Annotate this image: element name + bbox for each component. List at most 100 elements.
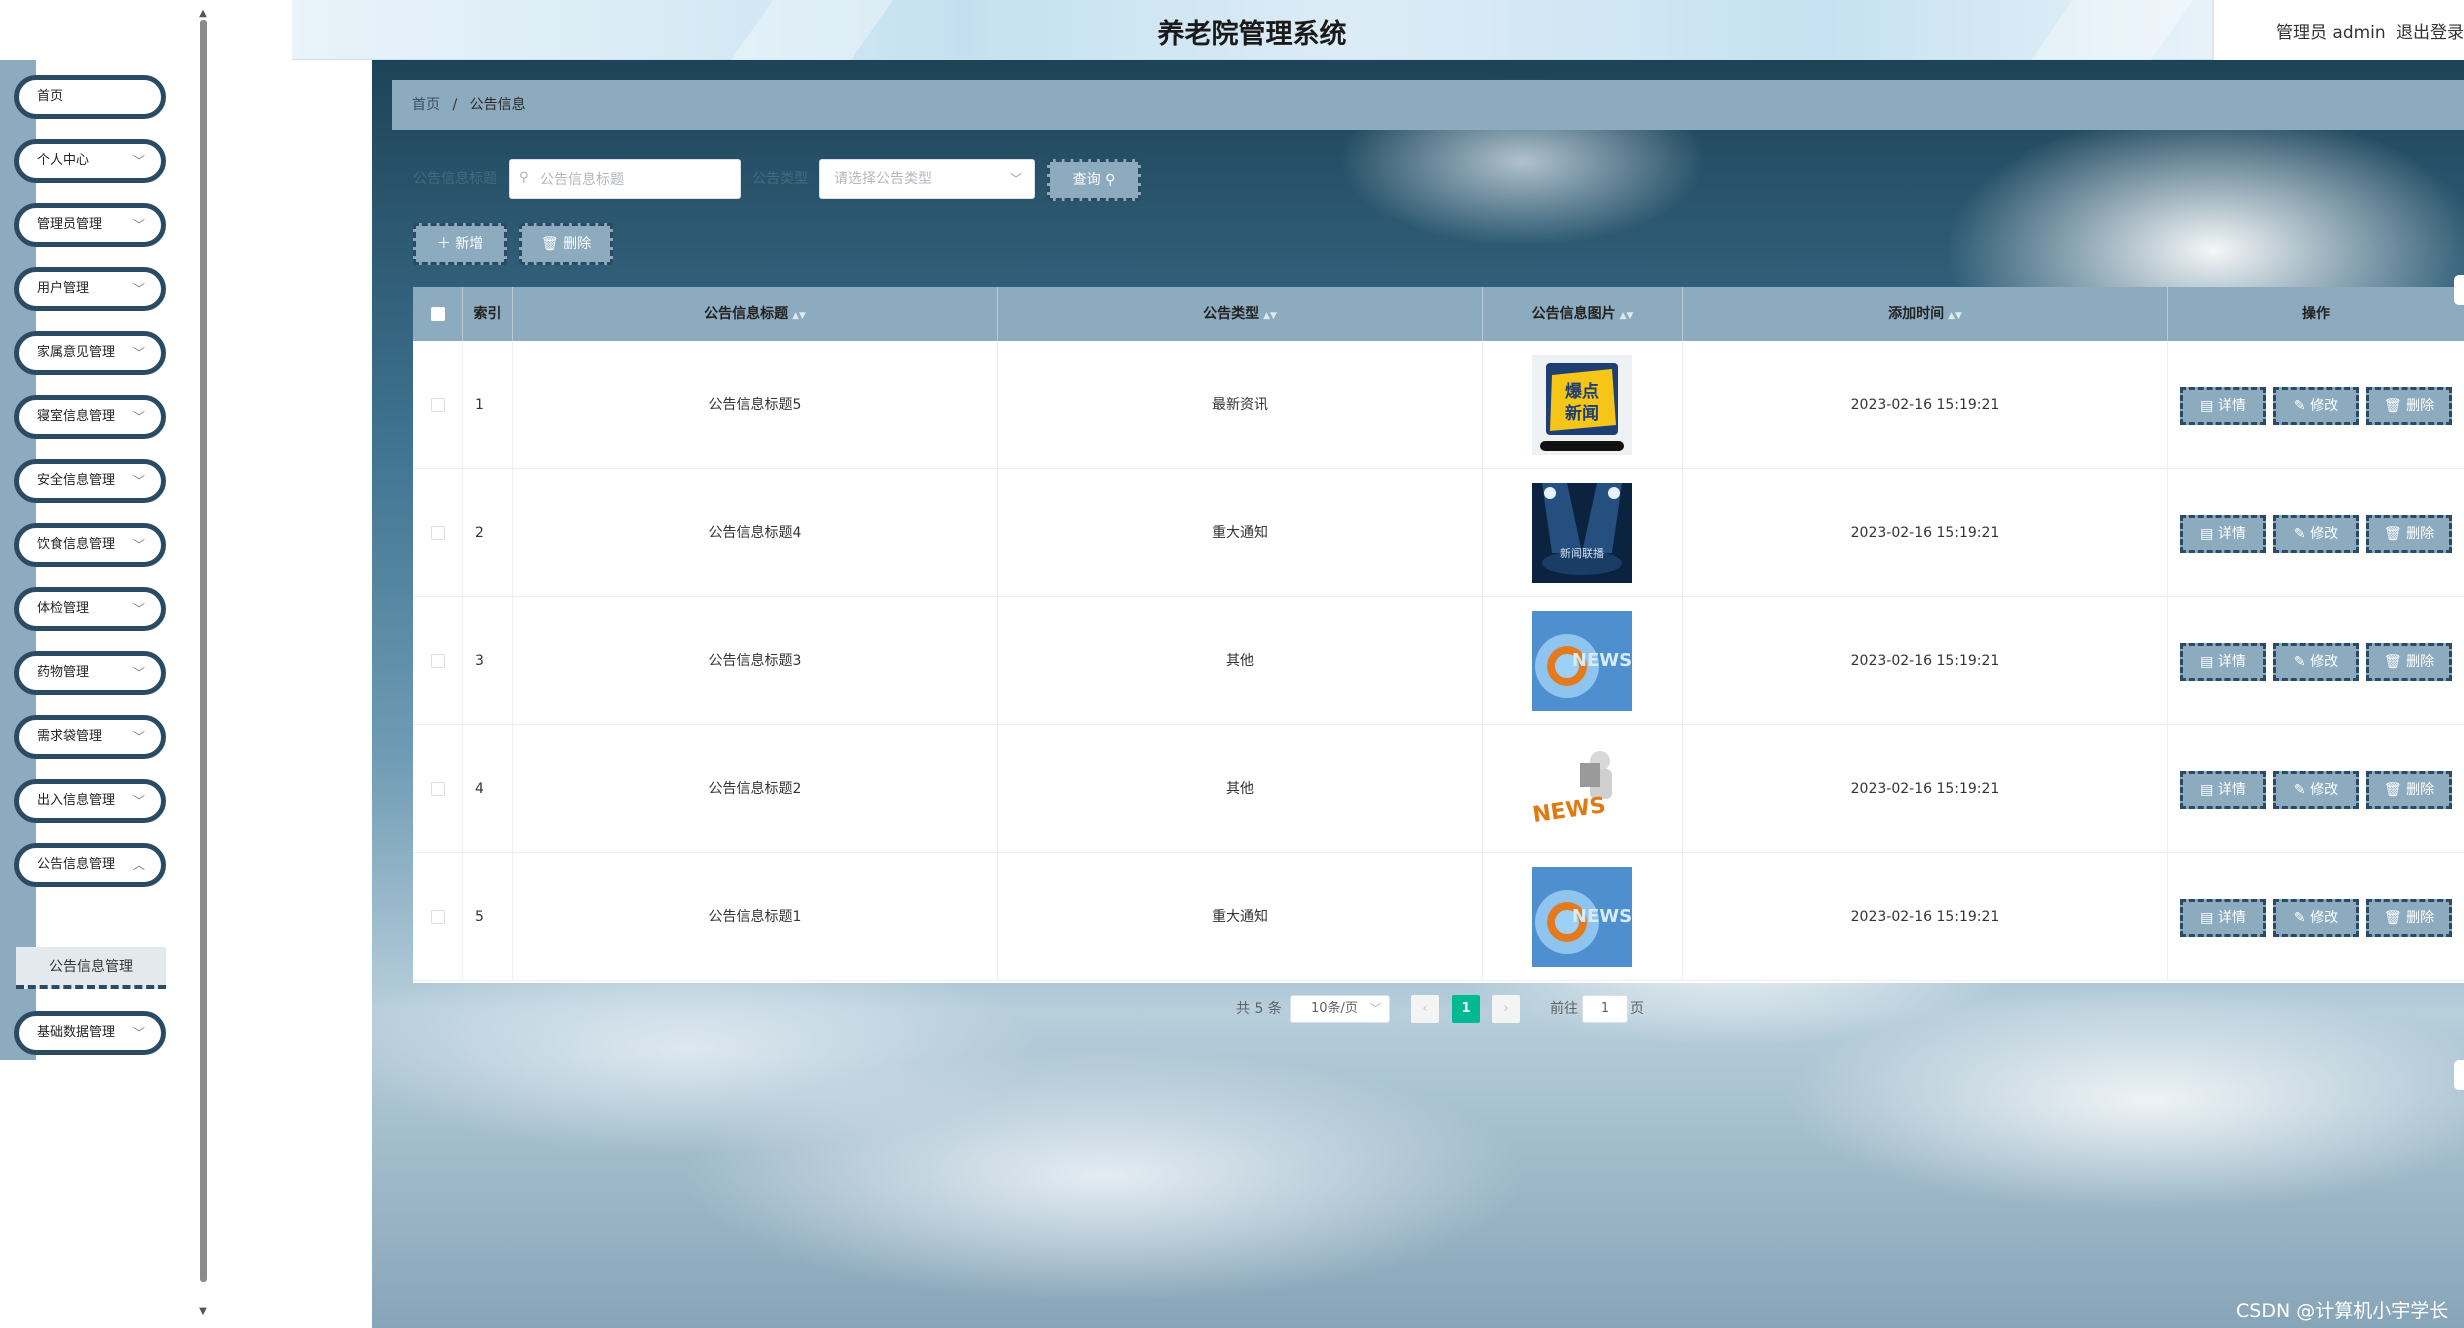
sidebar-item-label: 需求袋管理	[37, 729, 103, 744]
sort-icon[interactable]: ▲▼	[792, 311, 806, 321]
batch-delete-button[interactable]: 🗑 删除	[519, 223, 613, 265]
delete-button[interactable]: 🗑 删除	[2366, 643, 2452, 681]
column-header-index[interactable]: 索引	[463, 287, 513, 341]
column-header-title[interactable]: 公告信息标题 ▲▼	[513, 287, 998, 341]
sidebar-item-access[interactable]: 出入信息管理 ﹀	[14, 779, 166, 823]
sidebar-item-home[interactable]: 首页	[14, 75, 166, 119]
sidebar-item-safety[interactable]: 安全信息管理 ﹀	[14, 459, 166, 503]
pagination-total: 共 5 条	[1236, 1001, 1282, 1017]
row-checkbox[interactable]	[430, 526, 445, 540]
column-header-image[interactable]: 公告信息图片 ▲▼	[1483, 287, 1683, 341]
pencil-icon: ✎	[2293, 398, 2311, 414]
cell-actions: ▤ 详情 ✎ 修改 🗑 删除	[2168, 341, 2464, 469]
row-select-cell	[413, 341, 463, 469]
delete-button[interactable]: 🗑 删除	[2366, 387, 2452, 425]
delete-button[interactable]: 🗑 删除	[2366, 771, 2452, 809]
row-checkbox[interactable]	[430, 910, 445, 924]
detail-button[interactable]: ▤ 详情	[2180, 515, 2266, 553]
goto-page-input[interactable]: 1	[1582, 995, 1628, 1023]
sidebar-scrollbar[interactable]: ▲ ▼	[198, 8, 208, 1323]
chevron-down-icon: ﹀	[1009, 172, 1022, 186]
table-row: 3 公告信息标题3 其他 NEWS 2023-02-16 15:19:21 ▤ …	[413, 597, 2464, 725]
row-checkbox[interactable]	[430, 782, 445, 796]
delete-button[interactable]: 🗑 删除	[2366, 899, 2452, 937]
sidebar-item-base-data[interactable]: 基础数据管理 ﹀	[14, 1011, 166, 1055]
row-select-cell	[413, 469, 463, 597]
delete-button[interactable]: 🗑 删除	[2366, 515, 2452, 553]
query-button[interactable]: 查询 ⚲	[1047, 159, 1141, 201]
column-header-type[interactable]: 公告类型 ▲▼	[998, 287, 1483, 341]
chevron-down-icon: ﹀	[132, 794, 145, 808]
title-search-label: 公告信息标题	[413, 171, 497, 187]
chevron-down-icon: ﹀	[132, 1026, 145, 1040]
sidebar-item-dorm[interactable]: 寝室信息管理 ﹀	[14, 395, 166, 439]
edit-button-label: 修改	[2310, 654, 2339, 670]
edit-button[interactable]: ✎ 修改	[2273, 771, 2359, 809]
sort-icon[interactable]: ▲▼	[1263, 311, 1277, 321]
select-all-checkbox[interactable]	[430, 307, 445, 321]
notice-thumbnail-image[interactable]: 爆点 新闻	[1532, 355, 1632, 455]
pencil-icon: ✎	[2293, 654, 2311, 670]
sidebar-item-diet[interactable]: 饮食信息管理 ﹀	[14, 523, 166, 567]
sidebar-item-admins[interactable]: 管理员管理 ﹀	[14, 203, 166, 247]
sidebar-item-notices[interactable]: 公告信息管理 ︿	[14, 843, 166, 887]
plus-icon: ＋	[436, 236, 451, 252]
right-edge-handle	[2454, 275, 2464, 305]
notice-thumbnail-image[interactable]: NEWS	[1532, 867, 1632, 967]
add-button[interactable]: ＋ 新增	[413, 223, 507, 265]
notice-thumbnail-image[interactable]: NEWS	[1532, 739, 1632, 839]
edit-button[interactable]: ✎ 修改	[2273, 899, 2359, 937]
scroll-down-arrow-icon[interactable]: ▼	[198, 1306, 208, 1317]
sidebar-subitem-notice-management[interactable]: 公告信息管理	[16, 947, 166, 989]
edit-button[interactable]: ✎ 修改	[2273, 643, 2359, 681]
sidebar: 首页 个人中心 ﹀ 管理员管理 ﹀ 用户管理 ﹀ 家属意见管理 ﹀ 寝室信息管理 ﹀ 安全…	[0, 60, 200, 1328]
breadcrumb-home-link[interactable]: 首页	[412, 97, 440, 113]
sidebar-item-family-feedback[interactable]: 家属意见管理 ﹀	[14, 331, 166, 375]
scroll-up-arrow-icon[interactable]: ▲	[198, 8, 208, 19]
chevron-down-icon: ﹀	[1370, 1002, 1381, 1015]
cell-time: 2023-02-16 15:19:21	[1683, 725, 2168, 853]
sidebar-item-checkup[interactable]: 体检管理 ﹀	[14, 587, 166, 631]
column-header-time[interactable]: 添加时间 ▲▼	[1683, 287, 2168, 341]
sort-icon[interactable]: ▲▼	[1948, 311, 1962, 321]
delete-button-label: 删除	[2406, 526, 2435, 542]
notice-table: 索引 公告信息标题 ▲▼ 公告类型 ▲▼ 公告信息图片 ▲▼ 添加时间 ▲▼ 操作 1 …	[413, 287, 2464, 983]
page-number-button[interactable]: 1	[1452, 995, 1480, 1023]
chevron-down-icon: ﹀	[132, 282, 145, 296]
pencil-icon: ✎	[2293, 910, 2311, 926]
edit-button[interactable]: ✎ 修改	[2273, 387, 2359, 425]
title-search-input[interactable]	[509, 159, 741, 199]
column-header-label: 公告信息标题	[704, 306, 789, 322]
sidebar-item-users[interactable]: 用户管理 ﹀	[14, 267, 166, 311]
type-select[interactable]: 请选择公告类型 ﹀	[819, 159, 1035, 199]
sidebar-item-needs[interactable]: 需求袋管理 ﹀	[14, 715, 166, 759]
query-button-label: 查询	[1072, 172, 1101, 188]
row-select-cell	[413, 853, 463, 981]
sidebar-item-medicine[interactable]: 药物管理 ﹀	[14, 651, 166, 695]
document-icon: ▤	[2200, 910, 2218, 926]
sidebar-item-profile[interactable]: 个人中心 ﹀	[14, 139, 166, 183]
detail-button[interactable]: ▤ 详情	[2180, 771, 2266, 809]
next-page-button[interactable]: ›	[1492, 995, 1520, 1023]
page-size-select[interactable]: 10条/页 ﹀	[1290, 995, 1390, 1023]
logout-link[interactable]: 退出登录	[2396, 18, 2464, 43]
edit-button-label: 修改	[2310, 526, 2339, 542]
sidebar-item-label: 体检管理	[37, 601, 90, 616]
detail-button[interactable]: ▤ 详情	[2180, 899, 2266, 937]
detail-button-label: 详情	[2217, 526, 2246, 542]
detail-button[interactable]: ▤ 详情	[2180, 387, 2266, 425]
notice-thumbnail-image[interactable]: 新闻联播	[1532, 483, 1632, 583]
sidebar-item-label: 家属意见管理	[37, 345, 116, 360]
chevron-down-icon: ﹀	[132, 666, 145, 680]
prev-page-button[interactable]: ‹	[1411, 995, 1439, 1023]
detail-button-label: 详情	[2217, 910, 2246, 926]
row-checkbox[interactable]	[430, 654, 445, 668]
scrollbar-thumb[interactable]	[200, 20, 207, 1282]
cell-actions: ▤ 详情 ✎ 修改 🗑 删除	[2168, 469, 2464, 597]
notice-thumbnail-image[interactable]: NEWS	[1532, 611, 1632, 711]
row-checkbox[interactable]	[430, 398, 445, 412]
detail-button[interactable]: ▤ 详情	[2180, 643, 2266, 681]
edit-button[interactable]: ✎ 修改	[2273, 515, 2359, 553]
chevron-up-icon: ︿	[132, 858, 145, 872]
sort-icon[interactable]: ▲▼	[1620, 311, 1634, 321]
